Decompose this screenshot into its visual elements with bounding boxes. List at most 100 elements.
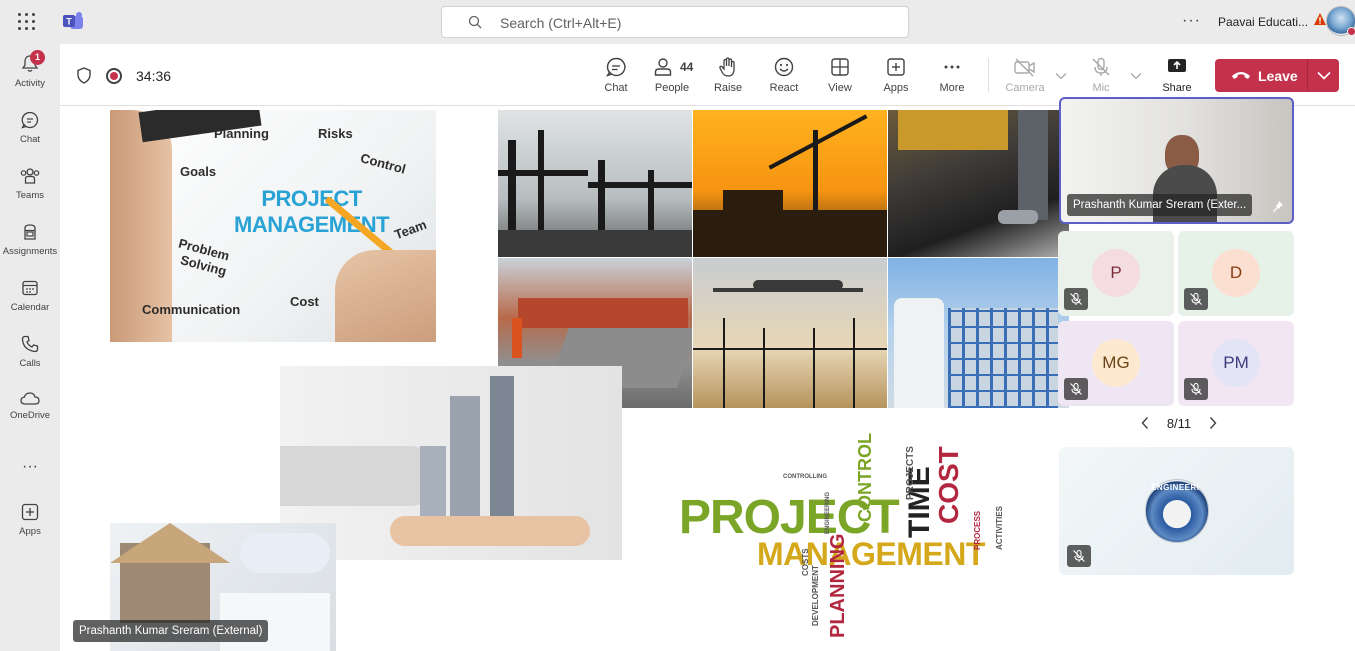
wordcloud-planning: PLANNING — [827, 533, 849, 638]
react-button[interactable]: React — [758, 56, 810, 100]
pm-word-communication: Communication — [142, 302, 241, 317]
chevron-right-icon[interactable] — [1208, 416, 1218, 430]
wordcloud-control: CONTROL — [855, 433, 875, 522]
pm-word-planning: Planning — [214, 126, 269, 141]
mic-options-chevron-icon[interactable] — [1130, 72, 1142, 80]
people-label: People — [654, 82, 690, 94]
muted-indicator — [1064, 378, 1088, 400]
pm-title-line-1: PROJECT — [261, 186, 362, 211]
search-input[interactable]: Search (Ctrl+Alt+E) — [441, 6, 909, 38]
rail-chat[interactable]: Chat — [0, 110, 60, 162]
wordcloud-development: DEVELOPMENT — [811, 565, 820, 626]
app-launcher-icon[interactable] — [18, 13, 36, 31]
more-button[interactable]: More — [926, 56, 978, 100]
wordcloud-controlling: CONTROLLING — [783, 474, 827, 480]
writing-hand-image — [335, 250, 436, 342]
muted-indicator — [1184, 288, 1208, 310]
airplane-landing-image — [693, 258, 887, 408]
view-label: View — [828, 82, 852, 94]
participant-tile-mg[interactable]: MG — [1058, 321, 1174, 406]
page-indicator: 8/11 — [1166, 416, 1192, 431]
camera-label: Camera — [1005, 82, 1045, 94]
react-label: React — [769, 82, 799, 94]
people-button[interactable]: 44 People — [646, 56, 698, 100]
self-video-tile[interactable]: ENGINEERI — [1059, 447, 1294, 575]
rail-label: Apps — [19, 526, 41, 537]
more-apps-icon: ··· — [22, 458, 38, 475]
participant-avatar: P — [1092, 249, 1140, 297]
share-screen-icon — [1168, 59, 1186, 72]
add-app-icon — [887, 58, 905, 76]
rail-onedrive[interactable]: OneDrive — [0, 390, 60, 442]
share-label: Share — [1162, 82, 1192, 94]
calendar-icon — [22, 280, 38, 296]
view-button[interactable]: View — [814, 56, 866, 100]
chevron-left-icon[interactable] — [1140, 416, 1150, 430]
shield-icon[interactable] — [76, 67, 92, 84]
wordcloud-projects: PROJECTS — [905, 446, 916, 500]
profile-avatar[interactable] — [1326, 6, 1355, 36]
recording-icon[interactable] — [106, 68, 122, 84]
chat-button[interactable]: Chat — [590, 56, 642, 100]
more-icon — [944, 65, 960, 69]
camera-options-chevron-icon[interactable] — [1055, 72, 1067, 80]
camera-off-icon — [1014, 58, 1035, 77]
apps-button[interactable]: Apps — [870, 56, 922, 100]
rail-label: Calls — [19, 358, 41, 369]
rail-activity[interactable]: 1 Activity — [0, 50, 60, 106]
pm-word-control: Control — [358, 150, 408, 177]
more-options-icon[interactable]: ··· — [1182, 12, 1201, 30]
backpack-icon — [24, 224, 36, 240]
wordcloud-activities: ACTIVITIES — [995, 505, 1004, 550]
pm-word-cost: Cost — [290, 294, 319, 309]
video-tile-name: Prashanth Kumar Sreram (Exter... — [1067, 194, 1253, 216]
participant-tile-d[interactable]: D — [1178, 231, 1294, 316]
shared-screen: Planning Risks Goals Control Team Proble… — [110, 110, 1070, 651]
leave-label: Leave — [1258, 68, 1298, 84]
leave-options-dropdown[interactable] — [1307, 59, 1339, 92]
power-plant-construction-image — [888, 258, 1069, 408]
leave-button[interactable]: Leave — [1215, 59, 1339, 92]
rail-apps[interactable]: Apps — [0, 502, 60, 554]
toolbar-divider — [988, 58, 989, 92]
gallery-pager: 8/11 — [1134, 414, 1224, 434]
svg-text:T: T — [66, 17, 72, 27]
pm-word-team: Team — [392, 216, 429, 243]
rail-calls[interactable]: Calls — [0, 334, 60, 386]
participant-tile-p[interactable]: P — [1058, 231, 1174, 316]
title-bar: T Search (Ctrl+Alt+E) ··· Paavai Educati… — [0, 0, 1355, 44]
mic-button[interactable]: Mic — [1075, 56, 1127, 100]
participant-avatar: MG — [1092, 339, 1140, 387]
phone-icon — [21, 335, 39, 353]
chat-icon — [21, 111, 39, 129]
leave-main[interactable]: Leave — [1215, 59, 1307, 92]
organization-name[interactable]: Paavai Educati... — [1218, 15, 1308, 29]
chat-icon — [605, 57, 626, 77]
mic-off-icon — [1070, 382, 1082, 395]
hand-icon — [719, 57, 735, 77]
pin-icon[interactable] — [1272, 200, 1284, 212]
rail-more[interactable]: ··· — [0, 454, 60, 506]
wordcloud-costs: COSTS — [801, 548, 810, 576]
activity-badge: 1 — [30, 50, 45, 65]
mic-off-icon — [1073, 549, 1085, 562]
add-apps-icon — [21, 503, 39, 521]
logo-text: ENGINEERI — [1151, 483, 1200, 492]
warning-icon[interactable] — [1313, 12, 1327, 26]
project-management-wordcloud: PROJECT MANAGEMENT TIME COST CONTROL PLA… — [675, 430, 1045, 640]
raise-hand-button[interactable]: Raise — [702, 56, 754, 100]
muted-indicator — [1067, 545, 1091, 567]
rail-calendar[interactable]: Calendar — [0, 278, 60, 330]
pinned-video-tile[interactable]: Prashanth Kumar Sreram (Exter... — [1059, 97, 1294, 224]
app-bar: 1 Activity Chat Teams Assignments Calend… — [0, 44, 60, 651]
rail-teams[interactable]: Teams — [0, 166, 60, 218]
camera-button[interactable]: Camera — [999, 56, 1051, 100]
people-icon — [654, 58, 672, 76]
participant-tile-pm[interactable]: PM — [1178, 321, 1294, 406]
raise-label: Raise — [713, 82, 743, 94]
more-label: More — [939, 82, 965, 94]
rail-assignments[interactable]: Assignments — [0, 222, 60, 274]
wordcloud-engineering: ENGINEERING — [825, 491, 831, 534]
mic-label: Mic — [1092, 82, 1110, 94]
share-button[interactable]: Share — [1151, 56, 1203, 100]
